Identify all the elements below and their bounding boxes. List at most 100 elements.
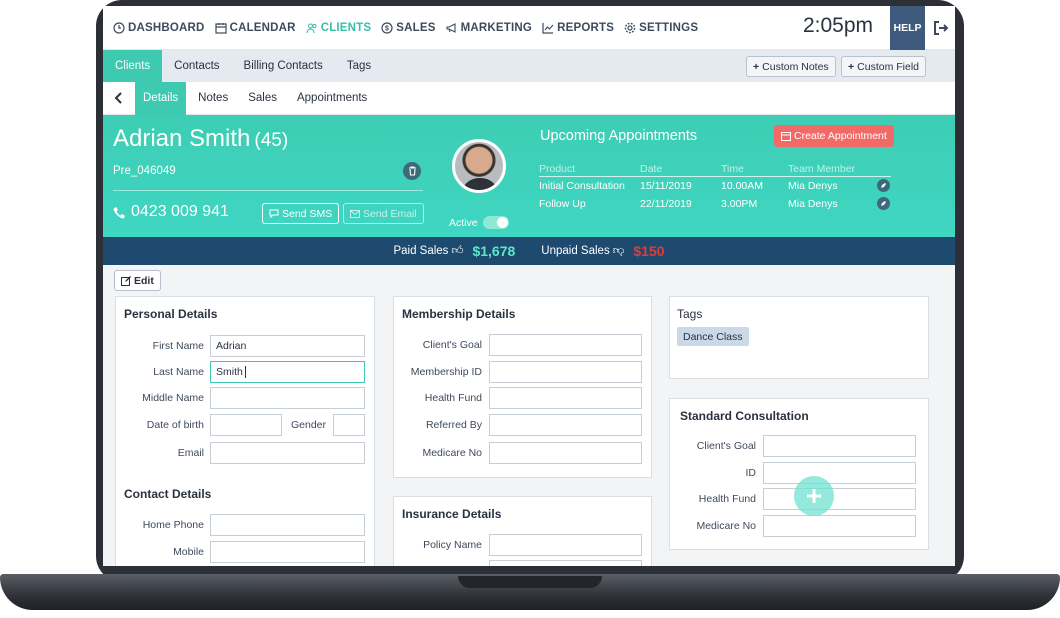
medicare-no-input[interactable] xyxy=(489,442,642,464)
tab-sales[interactable]: Sales xyxy=(240,82,285,115)
membership-details-title: Membership Details xyxy=(402,307,516,321)
tab-contacts[interactable]: Contacts xyxy=(162,50,231,82)
appt-team-member: Mia Denys xyxy=(788,179,838,192)
tab-notes[interactable]: Notes xyxy=(190,82,236,115)
create-appointment-button[interactable]: Create Appointment xyxy=(774,125,894,147)
send-email-button[interactable]: Send Email xyxy=(343,203,424,224)
table-row: Follow Up 22/11/2019 3.00PM Mia Denys xyxy=(539,195,891,213)
custom-field-label: Custom Field xyxy=(857,60,919,73)
dob-input[interactable] xyxy=(210,414,282,436)
nav-reports[interactable]: REPORTS xyxy=(542,22,614,34)
mobile-row: Mobile xyxy=(116,541,365,563)
client-phone-number: 0423 009 941 xyxy=(131,203,229,220)
create-appointment-label: Create Appointment xyxy=(794,130,887,142)
megaphone-icon xyxy=(446,22,456,33)
insurance-details-title: Insurance Details xyxy=(402,507,502,521)
appt-time: 10.00AM xyxy=(721,179,764,192)
tab-tags[interactable]: Tags xyxy=(335,50,383,82)
trash-icon xyxy=(408,166,416,176)
std-goal-input[interactable] xyxy=(763,435,916,457)
membership-id-input[interactable] xyxy=(489,361,642,383)
back-button[interactable] xyxy=(103,82,135,115)
plus-icon: + xyxy=(848,60,855,73)
client-name: Adrian Smith xyxy=(113,125,251,152)
mobile-label: Mobile xyxy=(173,546,204,558)
last-name-label: Last Name xyxy=(153,366,204,378)
client-name-row: Adrian Smith (45) xyxy=(113,125,288,153)
std-goal-label: Client's Goal xyxy=(696,440,756,452)
svg-text:$: $ xyxy=(385,25,389,32)
std-medicare-input[interactable] xyxy=(763,515,916,537)
col-team-member: Team Member xyxy=(788,162,877,177)
unpaid-sales-label: Unpaid Sales xyxy=(541,245,610,257)
nav-marketing[interactable]: MARKETING xyxy=(446,22,532,34)
unpaid-sales-value: $150 xyxy=(633,243,665,259)
last-name-value: Smith xyxy=(216,366,243,378)
nav-settings[interactable]: SETTINGS xyxy=(624,22,698,34)
last-name-input[interactable]: Smith xyxy=(210,361,365,383)
custom-notes-button[interactable]: + Custom Notes xyxy=(746,56,836,77)
std-health-fund-input[interactable] xyxy=(763,488,916,510)
delete-client-button[interactable] xyxy=(403,162,421,180)
edit-button[interactable]: Edit xyxy=(114,270,161,291)
std-id-row: ID xyxy=(670,462,916,484)
mobile-input[interactable] xyxy=(210,541,365,563)
policy-extra-row xyxy=(394,560,642,566)
help-button[interactable]: HELP xyxy=(890,6,925,50)
pencil-icon xyxy=(881,183,886,188)
edit-appointment-button[interactable] xyxy=(877,179,890,192)
gender-input[interactable] xyxy=(333,414,365,436)
custom-field-button[interactable]: + Custom Field xyxy=(841,56,926,77)
tab-appointments[interactable]: Appointments xyxy=(289,82,375,115)
envelope-icon xyxy=(350,209,360,218)
referred-by-label: Referred By xyxy=(425,419,482,431)
add-floating-button[interactable] xyxy=(794,476,834,516)
middle-name-label: Middle Name xyxy=(142,392,204,404)
health-fund-input[interactable] xyxy=(489,387,642,409)
first-name-input[interactable]: Adrian xyxy=(210,335,365,357)
send-sms-button[interactable]: Send SMS xyxy=(262,203,340,224)
standard-consultation-panel: Standard Consultation Client's Goal ID H… xyxy=(669,398,929,550)
nav-dashboard[interactable]: DASHBOARD xyxy=(113,22,205,34)
col-time: Time xyxy=(721,162,788,177)
clients-goal-input[interactable] xyxy=(489,334,642,356)
nav-sales[interactable]: $ SALES xyxy=(381,22,435,34)
policy-number-input[interactable] xyxy=(489,560,642,566)
gear-icon xyxy=(624,22,636,33)
referred-by-input[interactable] xyxy=(489,414,642,436)
tags-panel: Tags Dance Class xyxy=(669,296,929,379)
edit-appointment-button[interactable] xyxy=(877,197,890,210)
tab-details[interactable]: Details xyxy=(135,81,187,115)
middle-name-input[interactable] xyxy=(210,387,365,409)
logout-icon[interactable] xyxy=(933,20,949,36)
email-input[interactable] xyxy=(210,442,365,464)
policy-name-input[interactable] xyxy=(489,534,642,556)
tag-chip[interactable]: Dance Class xyxy=(677,327,749,346)
client-header: Adrian Smith (45) Pre_046049 0423 009 941… xyxy=(103,115,955,237)
active-toggle[interactable] xyxy=(483,216,509,229)
std-id-input[interactable] xyxy=(763,462,916,484)
personal-details-title: Personal Details xyxy=(124,307,218,321)
policy-name-label: Policy Name xyxy=(423,539,482,551)
health-fund-label: Health Fund xyxy=(424,392,482,404)
custom-notes-label: Custom Notes xyxy=(762,60,829,73)
calendar-icon xyxy=(781,132,791,141)
unpaid-sales: Unpaid Sales 👎︎ $150 xyxy=(541,243,664,259)
tab-clients[interactable]: Clients xyxy=(103,50,163,82)
dollar-icon: $ xyxy=(381,21,393,34)
paid-sales-label: Paid Sales xyxy=(393,245,449,257)
top-navigation: DASHBOARD CALENDAR CLIENTS $ SALES MARKE… xyxy=(103,6,955,50)
membership-id-row: Membership ID xyxy=(394,361,642,383)
nav-clients[interactable]: CLIENTS xyxy=(306,22,372,34)
home-phone-input[interactable] xyxy=(210,514,365,536)
appt-product: Follow Up xyxy=(539,197,586,210)
medicare-no-label: Medicare No xyxy=(422,447,482,459)
appointments-table: Product Date Time Team Member Initial Co… xyxy=(539,162,891,213)
tab-billing-contacts[interactable]: Billing Contacts xyxy=(232,50,335,82)
nav-sales-label: SALES xyxy=(396,21,436,34)
client-age: (45) xyxy=(254,130,289,151)
clients-goal-label: Client's Goal xyxy=(422,339,482,351)
secondary-tabs: Details Notes Sales Appointments xyxy=(103,81,955,115)
nav-calendar[interactable]: CALENDAR xyxy=(214,22,296,34)
std-goal-row: Client's Goal xyxy=(670,435,916,457)
